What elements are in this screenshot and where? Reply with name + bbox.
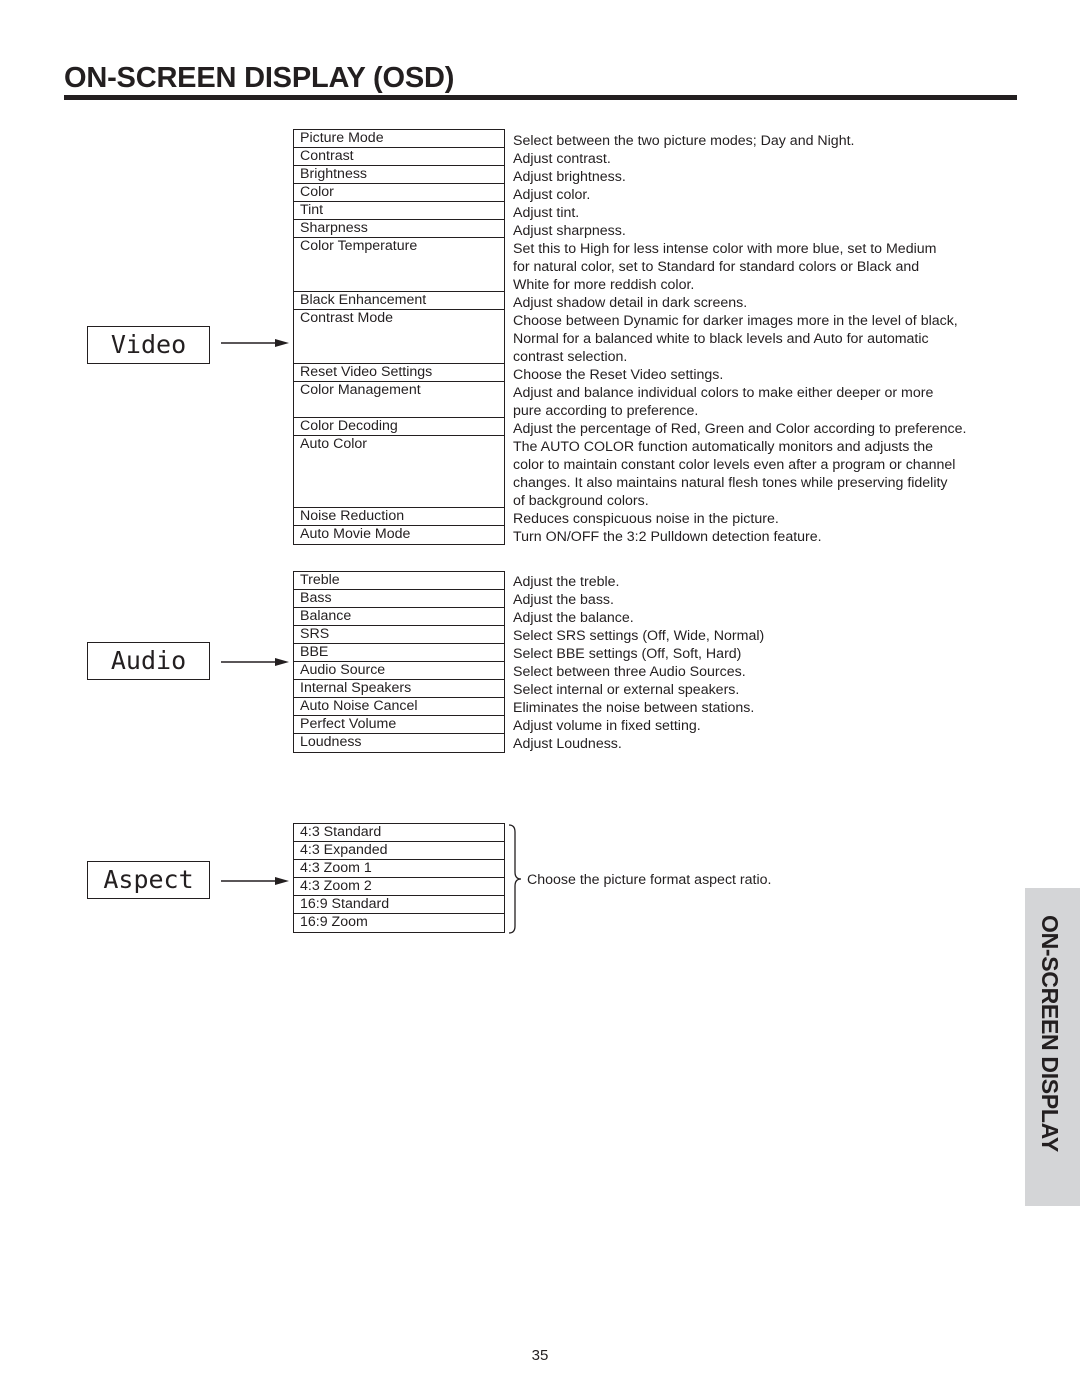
menu-item: 4:3 Zoom 1 (294, 860, 504, 878)
menu-item: Contrast Mode (294, 310, 504, 364)
menu-item: BBE (294, 644, 504, 662)
menu-item: Bass (294, 590, 504, 608)
menu-item: Auto Noise Cancel (294, 698, 504, 716)
menu-item: Auto Color (294, 436, 504, 508)
menu-item-description: pure according to preference. (513, 403, 699, 419)
menu-item-description: Adjust shadow detail in dark screens. (513, 295, 748, 311)
menu-item-description: Adjust volume in fixed setting. (513, 718, 701, 734)
menu-item-description: Select between the two picture modes; Da… (513, 133, 855, 149)
menu-item: Color Management (294, 382, 504, 418)
menu-item: Balance (294, 608, 504, 626)
menu-item: Tint (294, 202, 504, 220)
video-menu-table: Picture Mode Contrast Brightness Color Tint S… (293, 129, 505, 545)
menu-item-description: Eliminates the noise between stations. (513, 700, 755, 716)
page-title: ON-SCREEN DISPLAY (OSD) (64, 62, 455, 94)
menu-item-description: Select internal or external speakers. (513, 682, 740, 698)
menu-item-description: color to maintain constant color levels … (513, 457, 956, 473)
audio-descriptions: Adjust the treble. Adjust the bass. Adjust… (513, 573, 1013, 753)
menu-item: Auto Movie Mode (300, 526, 411, 542)
menu-item-description: The AUTO COLOR function automatically mo… (513, 439, 934, 455)
menu-item-description: Adjust contrast. (513, 151, 611, 167)
menu-item: Internal Speakers (294, 680, 504, 698)
menu-item-description: Adjust and balance individual colors to … (513, 385, 934, 401)
menu-item-description: Adjust the percentage of Red, Green and … (513, 421, 967, 437)
menu-item: Noise Reduction (294, 508, 504, 526)
menu-item-description: Reduces conspicuous noise in the picture… (513, 511, 779, 527)
aspect-description: Choose the picture format aspect ratio. (527, 872, 772, 888)
menu-item: 4:3 Zoom 2 (294, 878, 504, 896)
menu-item: Perfect Volume (294, 716, 504, 734)
menu-item-description: changes. It also maintains natural flesh… (513, 475, 948, 491)
menu-item-description: White for more reddish color. (513, 277, 695, 293)
menu-item-description: Adjust brightness. (513, 169, 626, 185)
aspect-label: Aspect (87, 861, 210, 899)
video-arrow-icon (221, 339, 289, 347)
brace-icon (508, 824, 522, 934)
menu-item-description: Select between three Audio Sources. (513, 664, 746, 680)
menu-item-description: Adjust color. (513, 187, 591, 203)
menu-item-description: Choose between Dynamic for darker images… (513, 313, 958, 329)
audio-arrow-icon (221, 658, 289, 666)
menu-item-description: for natural color, set to Standard for s… (513, 259, 920, 275)
menu-item-description: Set this to High for less intense color … (513, 241, 937, 257)
menu-item-description: Adjust tint. (513, 205, 580, 221)
menu-item: Brightness (294, 166, 504, 184)
menu-item: 16:9 Zoom (300, 914, 368, 930)
menu-item-description: contrast selection. (513, 349, 628, 365)
menu-item: Audio Source (294, 662, 504, 680)
menu-item: Loudness (300, 734, 362, 750)
menu-item: Picture Mode (294, 130, 504, 148)
menu-item: Contrast (294, 148, 504, 166)
menu-item: Sharpness (294, 220, 504, 238)
menu-item: Black Enhancement (294, 292, 504, 310)
menu-item-description: Adjust the balance. (513, 610, 634, 626)
menu-item-description: Adjust Loudness. (513, 736, 622, 752)
video-label: Video (87, 326, 210, 364)
title-rule (64, 95, 1017, 100)
page-number: 35 (531, 1347, 549, 1364)
side-tab-label: ON-SCREEN DISPLAY (1037, 915, 1063, 1152)
menu-item-description: Select SRS settings (Off, Wide, Normal) (513, 628, 765, 644)
menu-item: 4:3 Expanded (294, 842, 504, 860)
menu-item-description: Turn ON/OFF the 3:2 Pulldown detection f… (513, 529, 822, 545)
menu-item-description: Adjust the treble. (513, 574, 620, 590)
menu-item-description: Adjust sharpness. (513, 223, 626, 239)
menu-item-description: Select BBE settings (Off, Soft, Hard) (513, 646, 742, 662)
menu-item-description: Adjust the bass. (513, 592, 614, 608)
menu-item: Reset Video Settings (294, 364, 504, 382)
menu-item: Color (294, 184, 504, 202)
menu-item-description: Normal for a balanced white to black lev… (513, 331, 929, 347)
menu-item: Treble (294, 572, 504, 590)
menu-item: Color Temperature (294, 238, 504, 292)
aspect-arrow-icon (221, 877, 289, 885)
menu-item: Color Decoding (294, 418, 504, 436)
menu-item-description: Choose the Reset Video settings. (513, 367, 724, 383)
audio-label: Audio (87, 642, 210, 680)
menu-item: SRS (294, 626, 504, 644)
menu-item: 16:9 Standard (294, 896, 504, 914)
menu-item-description: of background colors. (513, 493, 649, 509)
aspect-menu-table: 4:3 Standard 4:3 Expanded 4:3 Zoom 1 4:3 Zo… (293, 823, 505, 933)
audio-menu-table: Treble Bass Balance SRS BBE Audio Source Inter… (293, 571, 505, 753)
video-descriptions: Select between the two picture modes; Da… (513, 132, 1013, 546)
menu-item: 4:3 Standard (294, 824, 504, 842)
